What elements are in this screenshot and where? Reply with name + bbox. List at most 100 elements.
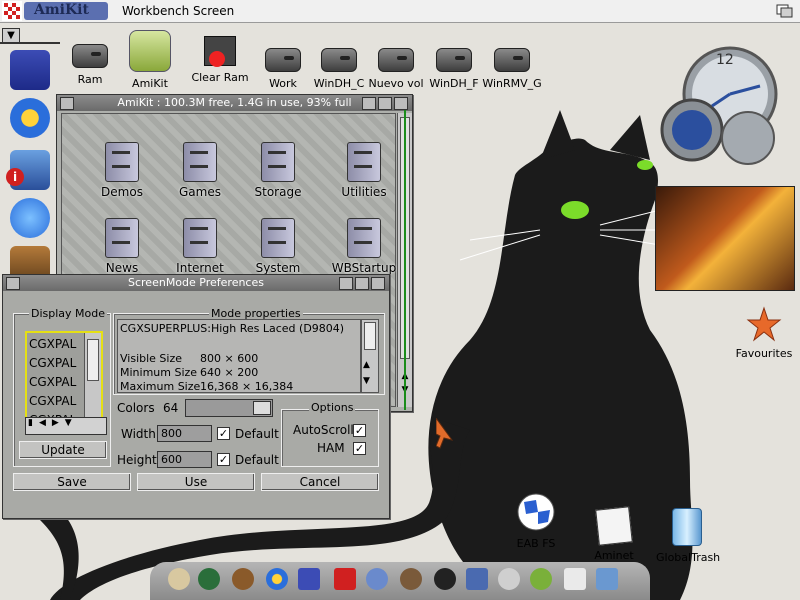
games-drawer-icon[interactable]: Games — [162, 142, 238, 199]
window-icon[interactable] — [466, 568, 488, 590]
arcade-icon[interactable] — [298, 568, 320, 590]
arcade-machine-icon[interactable] — [10, 50, 50, 90]
list-item[interactable]: CGXPAL — [29, 394, 76, 408]
windh-f-drive-icon[interactable]: WinDH_F — [424, 48, 484, 90]
height-default-checkbox[interactable]: ✓ — [217, 453, 230, 466]
cancel-button[interactable]: Cancel — [261, 473, 379, 491]
windh-c-drive-icon[interactable]: WinDH_C — [309, 48, 369, 90]
winrmv-g-drive-icon[interactable]: WinRMV_G — [482, 48, 542, 90]
display-mode-label: Display Mode — [29, 307, 108, 320]
g-logo-icon[interactable] — [266, 568, 288, 590]
icon-label: EAB FS — [516, 537, 556, 550]
fantasy-picture — [655, 186, 795, 291]
amikit-volume-image — [129, 30, 171, 72]
gauge-icon[interactable] — [498, 568, 520, 590]
iconify-gadget[interactable] — [339, 277, 353, 290]
visible-size-value: 800 × 600 — [200, 352, 259, 365]
globe-b-icon[interactable] — [198, 568, 220, 590]
mouse-pointer-icon — [436, 418, 454, 449]
height-input[interactable]: 600 — [157, 451, 212, 468]
options-label: Options — [309, 401, 356, 414]
screen-title-bar[interactable]: AmiKit Workbench Screen — [0, 0, 800, 23]
width-input[interactable]: 800 — [157, 425, 212, 442]
eagle-icon[interactable] — [400, 568, 422, 590]
face-icon[interactable] — [232, 568, 254, 590]
window-title: ScreenMode Preferences — [128, 276, 264, 289]
colors-slider[interactable] — [185, 399, 273, 417]
screenmode-preferences-window[interactable]: ScreenMode Preferences Display Mode CGXP… — [2, 274, 390, 519]
iconify-gadget[interactable] — [362, 97, 376, 110]
bookmark-globe-icon[interactable] — [10, 198, 50, 238]
paw-icon[interactable] — [366, 568, 388, 590]
clock-widget[interactable]: 12 — [652, 46, 792, 171]
maximum-size-label: Maximum Size — [120, 380, 201, 393]
space-invader-icon[interactable] — [334, 568, 356, 590]
properties-scrollbar[interactable]: ▲ ▼ — [361, 319, 379, 393]
list-item[interactable]: CGXPAL — [29, 356, 76, 370]
amikit-volume-icon[interactable]: AmiKit — [120, 30, 180, 90]
nuevo-vol-drive-icon[interactable]: Nuevo vol — [366, 48, 426, 90]
autoscroll-checkbox[interactable]: ✓ — [353, 424, 366, 437]
scroll-up-arrow[interactable]: ▲ — [363, 360, 370, 370]
work-drive-icon[interactable]: Work — [253, 48, 313, 90]
left-dock: ▼ i — [0, 24, 60, 314]
monitor-icon[interactable] — [596, 568, 618, 590]
icon-label: System — [255, 261, 301, 275]
depth-gadget[interactable] — [394, 97, 408, 110]
zoom-gadget[interactable] — [355, 277, 369, 290]
demos-drawer-icon[interactable]: Demos — [84, 142, 160, 199]
icon-label: Work — [269, 77, 297, 90]
clear-ram-icon[interactable]: Clear Ram — [190, 36, 250, 84]
options-group — [281, 409, 379, 467]
ham-checkbox[interactable]: ✓ — [353, 442, 366, 455]
icon-label: WinDH_F — [429, 77, 479, 90]
scroll-knob[interactable] — [364, 322, 376, 350]
mode-name: CGXSUPERPLUS:High Res Laced (D9804) — [120, 322, 345, 335]
height-default-label: Default — [235, 453, 279, 467]
scroll-knob[interactable] — [87, 339, 99, 381]
list-navigation-arrows[interactable]: ▮◀▶▼ — [25, 417, 107, 435]
screen-depth-gadget[interactable] — [776, 4, 794, 18]
info-window-icon[interactable]: i — [6, 150, 50, 190]
list-item[interactable]: CGXPAL — [29, 337, 76, 351]
eab-fs-icon[interactable]: EAB FS — [506, 492, 566, 550]
ram-disk-icon[interactable]: Ram — [60, 44, 120, 86]
drive-icon — [265, 48, 301, 72]
minimum-size-value: 640 × 200 — [200, 366, 259, 379]
update-button[interactable]: Update — [19, 441, 107, 459]
depth-gadget[interactable] — [371, 277, 385, 290]
storage-drawer-icon[interactable]: Storage — [240, 142, 316, 199]
internet-drawer-icon[interactable]: Internet — [162, 218, 238, 275]
scroll-down-arrow[interactable]: ▼ — [363, 376, 370, 386]
bug-icon[interactable] — [530, 568, 552, 590]
slider-knob[interactable] — [253, 401, 271, 415]
window-title-bar[interactable]: AmiKit : 100.3M free, 1.4G in use, 93% f… — [57, 95, 412, 111]
width-default-checkbox[interactable]: ✓ — [217, 427, 230, 440]
skull-icon[interactable] — [168, 568, 190, 590]
system-drawer-icon[interactable]: System — [240, 218, 316, 275]
disc-icon[interactable] — [434, 568, 456, 590]
save-button[interactable]: Save — [13, 473, 131, 491]
icon-label: WinDH_C — [313, 77, 365, 90]
wbstartup-drawer-icon[interactable]: WBStartup — [326, 218, 402, 275]
use-button[interactable]: Use — [137, 473, 255, 491]
drive-icon — [72, 44, 108, 68]
global-trash-icon[interactable]: GlobalTrash — [656, 508, 720, 564]
icon-label: Nuevo vol — [368, 77, 424, 90]
width-default-label: Default — [235, 427, 279, 441]
drawer-icon — [105, 142, 139, 182]
g-logo-icon[interactable] — [10, 98, 50, 138]
zoom-gadget[interactable] — [378, 97, 392, 110]
icon-label: Demos — [101, 185, 143, 199]
list-item[interactable]: CGXPAL — [29, 375, 76, 389]
trash-can-icon — [672, 508, 702, 546]
window-title-bar[interactable]: ScreenMode Preferences — [3, 275, 389, 291]
amikit-logo[interactable]: AmiKit — [2, 1, 110, 21]
info-icon: i — [6, 168, 24, 186]
utilities-drawer-icon[interactable]: Utilities — [326, 142, 402, 199]
news-drawer-icon[interactable]: News — [84, 218, 160, 275]
window-resize-edge[interactable] — [404, 110, 420, 410]
aminet-icon[interactable]: Aminet — [584, 506, 644, 562]
favourites-icon[interactable]: Favourites — [732, 306, 796, 360]
notes-icon[interactable] — [564, 568, 586, 590]
